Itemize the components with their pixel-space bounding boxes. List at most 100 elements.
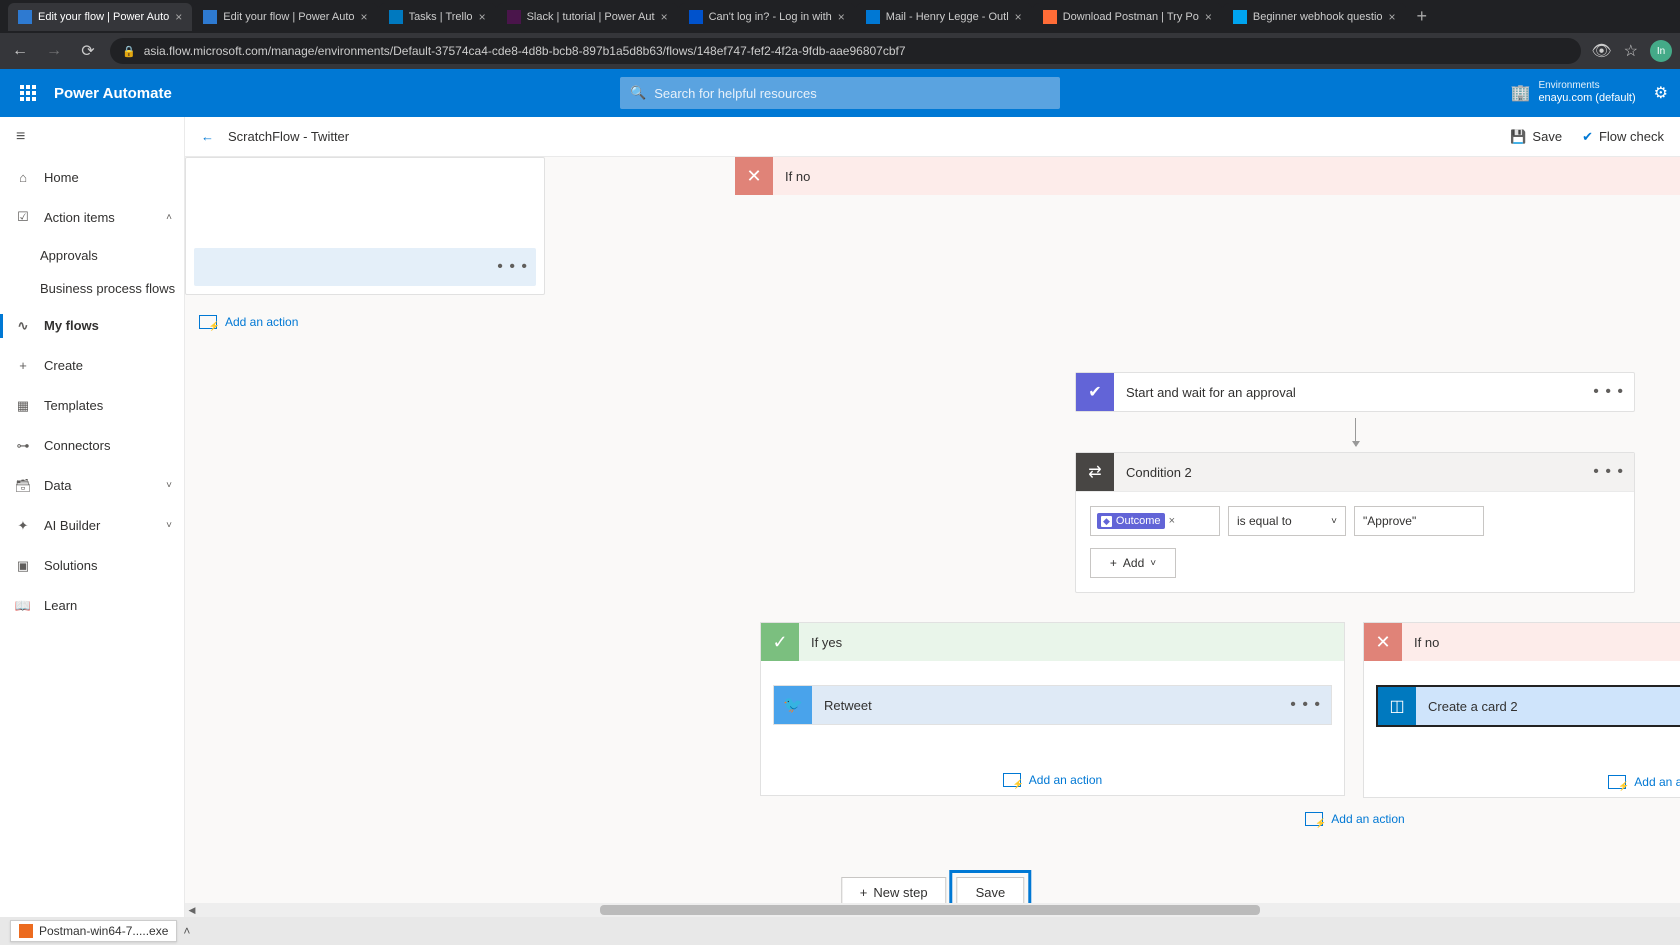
- if-yes-header[interactable]: ✓ If yes: [761, 623, 1344, 661]
- back-button[interactable]: ←: [201, 129, 214, 144]
- trello-icon: ◫: [1378, 687, 1416, 725]
- nav-approvals[interactable]: Approvals: [0, 237, 184, 273]
- operator-label: is equal to: [1237, 514, 1292, 528]
- nav-bpf[interactable]: Business process flows: [0, 273, 184, 306]
- card-title: Retweet: [812, 698, 1280, 713]
- nav-label: Solutions: [44, 558, 97, 573]
- browser-tab[interactable]: Can't log in? - Log in with ×: [679, 3, 855, 31]
- check-icon: ✓: [761, 623, 799, 661]
- browser-tab[interactable]: Edit your flow | Power Auto ×: [8, 3, 192, 31]
- back-button[interactable]: ←: [8, 39, 32, 63]
- search-box[interactable]: 🔍: [620, 77, 1060, 109]
- more-icon[interactable]: • • •: [497, 259, 528, 275]
- nav-my-flows[interactable]: ∿My flows: [0, 306, 184, 346]
- close-icon[interactable]: ×: [1205, 10, 1212, 24]
- condition-left-operand[interactable]: ◆ Outcome ×: [1090, 506, 1220, 536]
- browser-tab[interactable]: Download Postman | Try Po ×: [1033, 3, 1222, 31]
- address-bar[interactable]: 🔒 asia.flow.microsoft.com/manage/environ…: [110, 38, 1581, 64]
- download-chip[interactable]: Postman-win64-7.....exe: [10, 920, 177, 942]
- if-no-header[interactable]: ✕ If no: [1364, 623, 1680, 661]
- forward-button[interactable]: →: [42, 39, 66, 63]
- close-icon[interactable]: ×: [838, 10, 845, 24]
- browser-tab[interactable]: Beginner webhook questio ×: [1223, 3, 1406, 31]
- nav-ai-builder[interactable]: ✦AI Builder˅: [0, 506, 184, 546]
- browser-tab[interactable]: Tasks | Trello ×: [379, 3, 496, 31]
- partial-branch-card[interactable]: • • •: [185, 157, 545, 295]
- nav-create[interactable]: +Create: [0, 346, 184, 386]
- close-icon[interactable]: ×: [661, 10, 668, 24]
- favicon: [203, 10, 217, 24]
- nav-solutions[interactable]: ▣Solutions: [0, 546, 184, 586]
- if-no-branch-header[interactable]: ✕ If no: [735, 157, 1680, 195]
- more-icon[interactable]: • • •: [1583, 383, 1634, 401]
- value-text: "Approve": [1363, 514, 1416, 528]
- scroll-thumb[interactable]: [600, 905, 1260, 915]
- nav-label: Action items: [44, 210, 115, 225]
- nav-connectors[interactable]: ⊶Connectors: [0, 426, 184, 466]
- flow-name[interactable]: ScratchFlow - Twitter: [228, 129, 349, 144]
- close-icon[interactable]: ×: [479, 10, 486, 24]
- dynamic-token[interactable]: ◆ Outcome: [1097, 513, 1165, 529]
- nav-label: AI Builder: [44, 518, 100, 533]
- nav-action-items[interactable]: ☑Action items˄: [0, 197, 184, 237]
- app-launcher-icon[interactable]: [12, 77, 44, 109]
- reload-button[interactable]: ⟳: [76, 39, 100, 63]
- more-icon[interactable]: • • •: [1280, 696, 1331, 714]
- token-label: Outcome: [1116, 515, 1161, 527]
- download-filename: Postman-win64-7.....exe: [39, 924, 168, 938]
- gear-icon[interactable]: ⚙: [1654, 83, 1668, 103]
- browser-tab[interactable]: Mail - Henry Legge - Outl ×: [856, 3, 1032, 31]
- scroll-left-arrow[interactable]: ◀: [185, 903, 199, 917]
- eye-off-icon[interactable]: 👁: [1591, 41, 1611, 61]
- nav-learn[interactable]: 📖Learn: [0, 586, 184, 626]
- condition-value-input[interactable]: "Approve": [1354, 506, 1484, 536]
- favicon: [1043, 10, 1057, 24]
- browser-tab[interactable]: Slack | tutorial | Power Aut ×: [497, 3, 678, 31]
- tab-title: Beginner webhook questio: [1253, 11, 1383, 23]
- profile-avatar[interactable]: In: [1650, 40, 1672, 62]
- add-action-button[interactable]: Add an action: [185, 295, 545, 349]
- branch-title: If yes: [799, 635, 842, 650]
- check-icon: ✔: [1582, 129, 1593, 145]
- nav-templates[interactable]: ▦Templates: [0, 386, 184, 426]
- environment-picker[interactable]: Environments enayu.com (default): [1538, 80, 1635, 105]
- nav-home[interactable]: ⌂Home: [0, 157, 184, 197]
- chevron-down-icon: ˅: [1150, 558, 1156, 569]
- close-icon[interactable]: ×: [361, 10, 368, 24]
- flow-check-label: Flow check: [1599, 129, 1664, 144]
- chevron-up-icon[interactable]: ˄: [183, 924, 190, 938]
- retweet-action-card[interactable]: 🐦 Retweet • • •: [773, 685, 1332, 725]
- nav-data[interactable]: 🗃Data˅: [0, 466, 184, 506]
- save-button[interactable]: 💾Save: [1510, 129, 1562, 145]
- collapse-nav-button[interactable]: ≡: [0, 117, 184, 157]
- token-remove[interactable]: ×: [1169, 515, 1175, 527]
- favicon: [18, 10, 32, 24]
- chevron-down-icon: ˅: [166, 520, 172, 531]
- close-icon[interactable]: ×: [1389, 10, 1396, 24]
- designer-surface[interactable]: • • • Add an action ✕ If no: [185, 157, 1680, 917]
- add-action-button[interactable]: Add an action: [1608, 775, 1680, 789]
- horizontal-scrollbar[interactable]: ◀: [185, 903, 1680, 917]
- condition-icon: ⇄: [1076, 453, 1114, 491]
- search-input[interactable]: [654, 86, 1050, 101]
- close-icon[interactable]: ×: [175, 10, 182, 24]
- more-icon[interactable]: • • •: [1583, 463, 1634, 481]
- new-tab-button[interactable]: +: [1407, 6, 1438, 27]
- environment-icon[interactable]: 🏢: [1511, 83, 1531, 103]
- approval-action-card[interactable]: ✔ Start and wait for an approval • • •: [1075, 372, 1635, 412]
- card-title: Start and wait for an approval: [1114, 385, 1583, 400]
- app-header: Power Automate 🔍 🏢 Environments enayu.co…: [0, 69, 1680, 117]
- star-icon[interactable]: ☆: [1624, 41, 1638, 61]
- save-label: Save: [976, 885, 1006, 900]
- create-card-action-card[interactable]: ◫ Create a card 2: [1376, 685, 1680, 727]
- connector-icon: ⊶: [14, 438, 32, 454]
- add-action-button[interactable]: Add an action: [1075, 812, 1635, 826]
- add-action-button[interactable]: Add an action: [1003, 773, 1102, 787]
- condition-operator-select[interactable]: is equal to ˅: [1228, 506, 1346, 536]
- flow-checker-button[interactable]: ✔ Flow check: [1582, 129, 1664, 145]
- condition-card[interactable]: ⇄ Condition 2 • • • ◆ Outcome ×: [1075, 452, 1635, 593]
- selected-action-placeholder[interactable]: • • •: [194, 248, 536, 286]
- close-icon[interactable]: ×: [1015, 10, 1022, 24]
- browser-tab[interactable]: Edit your flow | Power Auto ×: [193, 3, 377, 31]
- add-condition-row-button[interactable]: + Add ˅: [1090, 548, 1176, 578]
